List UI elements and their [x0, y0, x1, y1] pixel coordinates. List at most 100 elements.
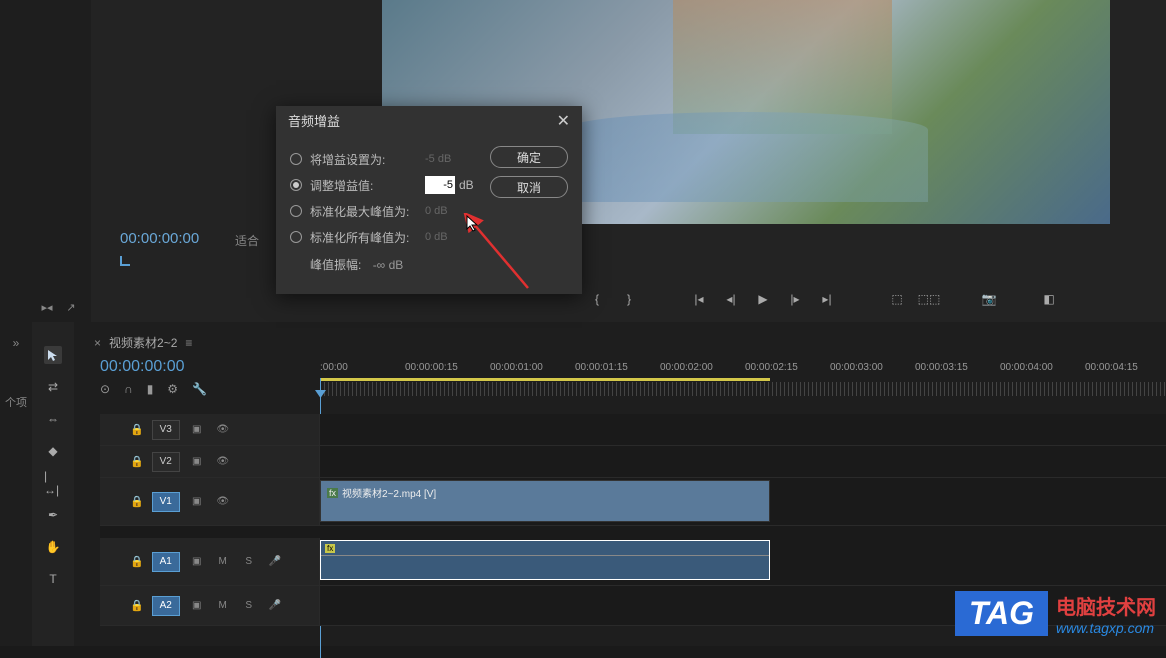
track-header-v1[interactable]: 🔒 V1 ▣ 👁 — [100, 478, 320, 525]
toggle-sync-icon[interactable]: 👁 — [214, 456, 232, 467]
fx-badge-icon: fx — [325, 544, 335, 553]
toggle-output-icon[interactable]: ▣ — [188, 600, 206, 611]
track-header-a2[interactable]: 🔒 A2 ▣ M S 🎤 — [100, 586, 320, 625]
linked-selection-icon[interactable]: ∩ — [124, 382, 133, 396]
dialog-titlebar[interactable]: 音频增益 ✕ — [276, 106, 582, 138]
lock-icon[interactable]: 🔒 — [130, 495, 144, 508]
toggle-sync-icon[interactable]: 👁 — [214, 424, 232, 435]
timeline-header-controls: ⊙ ∩ ▮ ⚙ 🔧 — [100, 382, 207, 396]
toggle-output-icon[interactable]: ▣ — [188, 456, 206, 467]
snap-icon[interactable]: ⊙ — [100, 382, 110, 396]
source-ruler[interactable] — [120, 256, 270, 276]
step-back-icon[interactable]: ◂| — [724, 292, 738, 306]
voice-icon[interactable]: 🎤 — [266, 556, 284, 567]
lock-icon[interactable]: 🔒 — [130, 455, 144, 468]
track-header-v3[interactable]: 🔒 V3 ▣ 👁 — [100, 414, 320, 445]
close-icon[interactable]: ✕ — [557, 106, 570, 138]
track-content-a1[interactable]: fx — [320, 538, 1166, 585]
track-label-v3[interactable]: V3 — [152, 420, 180, 440]
ripple-edit-tool-icon[interactable]: ⇔ — [44, 410, 62, 428]
chevron-right-icon[interactable]: » — [13, 336, 20, 350]
wrench-icon[interactable]: 🔧 — [192, 382, 207, 396]
norm-max-value: 0 dB — [425, 205, 448, 217]
selection-tool-icon[interactable] — [44, 346, 62, 364]
adjust-gain-label: 调整增益值: — [310, 177, 425, 194]
solo-icon[interactable]: S — [240, 556, 258, 567]
time-ruler[interactable]: :00:0000:00:00:1500:00:01:0000:00:01:150… — [320, 362, 1166, 392]
video-clip[interactable]: fx 视频素材2~2.mp4 [V] — [320, 480, 770, 522]
tools-column: ⇄ ⇔ ◆ |↔| ✒ ✋ T — [32, 322, 74, 646]
track-label-a2[interactable]: A2 — [152, 596, 180, 616]
gain-input[interactable] — [425, 176, 455, 194]
track-select-tool-icon[interactable]: ⇄ — [44, 378, 62, 396]
track-content-v2[interactable] — [320, 446, 1166, 477]
track-content-v3[interactable] — [320, 414, 1166, 445]
toggle-sync-icon[interactable]: 👁 — [214, 496, 232, 507]
ruler-ticks — [320, 382, 1166, 396]
export-frame-icon[interactable]: 📷 — [982, 292, 996, 306]
source-fit-dropdown[interactable]: 适合 — [235, 232, 259, 249]
track-content-v1[interactable]: fx 视频素材2~2.mp4 [V] — [320, 478, 1166, 525]
mark-out-icon[interactable]: } — [622, 292, 636, 306]
sequence-tab[interactable]: × 视频素材2~2 ≡ — [94, 334, 192, 351]
pen-tool-icon[interactable]: ✒ — [44, 506, 62, 524]
mute-icon[interactable]: M — [214, 556, 232, 567]
hand-tool-icon[interactable]: ✋ — [44, 538, 62, 556]
source-export-icon[interactable]: ↗ — [64, 300, 78, 314]
radio-norm-all[interactable]: 标准化所有峰值为: 0 dB — [290, 224, 568, 250]
mute-icon[interactable]: M — [214, 600, 232, 611]
radio-icon[interactable] — [290, 231, 302, 243]
settings-icon[interactable]: ⚙ — [167, 382, 178, 396]
playhead-timecode[interactable]: 00:00:00:00 — [100, 358, 185, 376]
time-label: 00:00:01:00 — [490, 362, 543, 373]
type-tool-icon[interactable]: T — [44, 570, 62, 588]
track-label-a1[interactable]: A1 — [152, 552, 180, 572]
extract-icon[interactable]: ⬚⬚ — [922, 292, 936, 306]
top-panels: 00:00:00:00 适合 ▸◂ ↗ { } |◂ ◂| ▶ |▸ ▸| ⬚ … — [0, 0, 1166, 322]
set-gain-value: -5 dB — [425, 153, 451, 165]
go-to-out-icon[interactable]: ▸| — [820, 292, 834, 306]
step-forward-icon[interactable]: |▸ — [788, 292, 802, 306]
toggle-output-icon[interactable]: ▣ — [188, 496, 206, 507]
radio-icon[interactable] — [290, 153, 302, 165]
comparison-icon[interactable]: ◧ — [1042, 292, 1056, 306]
lift-icon[interactable]: ⬚ — [890, 292, 904, 306]
tab-close-icon[interactable]: × — [94, 336, 101, 350]
razor-tool-icon[interactable]: ◆ — [44, 442, 62, 460]
time-label: 00:00:01:15 — [575, 362, 628, 373]
track-header-v2[interactable]: 🔒 V2 ▣ 👁 — [100, 446, 320, 477]
toggle-output-icon[interactable]: ▣ — [188, 556, 206, 567]
lock-icon[interactable]: 🔒 — [130, 423, 144, 436]
tab-menu-icon[interactable]: ≡ — [185, 336, 192, 350]
lock-icon[interactable]: 🔒 — [130, 555, 144, 568]
ok-button[interactable]: 确定 — [490, 146, 568, 168]
track-v3: 🔒 V3 ▣ 👁 — [100, 414, 1166, 446]
radio-icon[interactable] — [290, 205, 302, 217]
track-label-v1[interactable]: V1 — [152, 492, 180, 512]
track-label-v2[interactable]: V2 — [152, 452, 180, 472]
work-area-bar[interactable] — [320, 378, 770, 381]
solo-icon[interactable]: S — [240, 600, 258, 611]
play-icon[interactable]: ▶ — [756, 292, 770, 306]
norm-all-value: 0 dB — [425, 231, 448, 243]
mark-in-icon[interactable]: { — [590, 292, 604, 306]
radio-icon[interactable] — [290, 179, 302, 191]
go-to-in-icon[interactable]: |◂ — [692, 292, 706, 306]
clip-label: 视频素材2~2.mp4 [V] — [342, 485, 436, 500]
toggle-output-icon[interactable]: ▣ — [188, 424, 206, 435]
fx-badge-icon: fx — [327, 488, 338, 498]
cancel-button[interactable]: 取消 — [490, 176, 568, 198]
audio-clip[interactable]: fx — [320, 540, 770, 580]
radio-norm-max[interactable]: 标准化最大峰值为: 0 dB — [290, 198, 568, 224]
marker-icon[interactable]: ▮ — [147, 382, 154, 396]
source-transport-buttons: ▸◂ ↗ — [40, 300, 78, 314]
voice-icon[interactable]: 🎤 — [266, 600, 284, 611]
track-header-a1[interactable]: 🔒 A1 ▣ M S 🎤 — [100, 538, 320, 585]
norm-all-label: 标准化所有峰值为: — [310, 229, 425, 246]
lock-icon[interactable]: 🔒 — [130, 599, 144, 612]
source-timecode[interactable]: 00:00:00:00 — [120, 230, 199, 247]
peak-value: -∞ dB — [373, 258, 404, 272]
source-insert-icon[interactable]: ▸◂ — [40, 300, 54, 314]
slip-tool-icon[interactable]: |↔| — [44, 474, 62, 492]
va-divider[interactable] — [100, 526, 1166, 538]
